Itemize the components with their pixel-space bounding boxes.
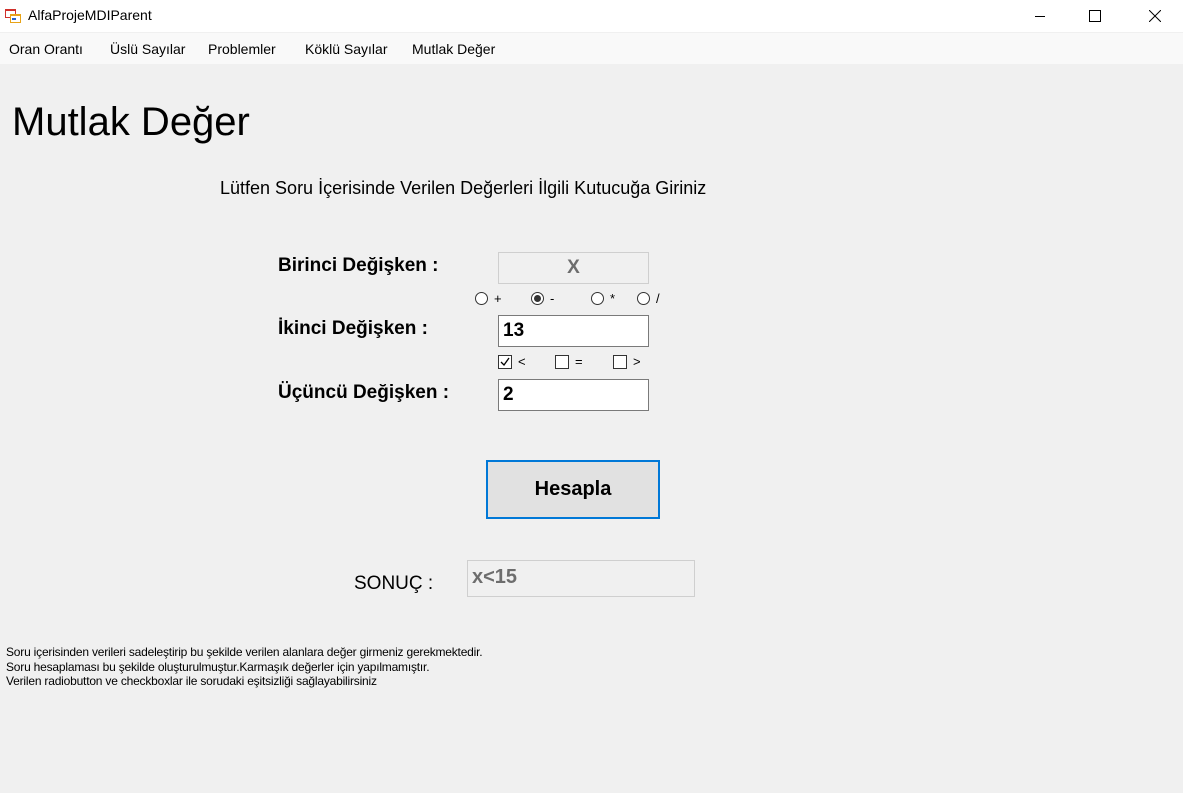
app-icon: [5, 9, 21, 23]
radio-divide[interactable]: /: [637, 291, 660, 306]
radio-multiply-label: *: [610, 291, 616, 306]
maximize-button[interactable]: [1072, 0, 1118, 32]
radio-minus-label: -: [550, 291, 555, 306]
radio-plus-circle[interactable]: [475, 292, 488, 305]
menu-item-problemler[interactable]: Problemler: [208, 41, 276, 57]
instruction-text: Lütfen Soru İçerisinde Verilen Değerleri…: [220, 178, 707, 198]
radio-multiply[interactable]: *: [591, 291, 615, 306]
check-icon: [500, 357, 510, 366]
third-variable-label: Üçüncü Değişken :: [278, 382, 450, 403]
menu-bar: Oran Orantı Üslü Sayılar Problemler Kökl…: [0, 33, 1183, 64]
checkbox-equal[interactable]: =: [555, 354, 583, 369]
second-variable-label: İkinci Değişken :: [278, 318, 428, 339]
checkbox-less-than-label: <: [518, 354, 526, 369]
second-variable-field[interactable]: 13: [498, 315, 649, 347]
checkbox-greater-than[interactable]: >: [613, 354, 641, 369]
menu-item-koklu-sayilar[interactable]: Köklü Sayılar: [305, 41, 387, 57]
help-notes: Soru içerisinden verileri sadeleştirip b…: [6, 645, 483, 689]
radio-plus-label: +: [494, 291, 502, 306]
radio-minus-circle[interactable]: [531, 292, 544, 305]
result-field: x<15: [467, 560, 695, 597]
first-variable-field[interactable]: X: [498, 252, 649, 284]
checkbox-equal-label: =: [575, 354, 583, 369]
calculate-button[interactable]: Hesapla: [486, 460, 660, 519]
checkbox-greater-than-label: >: [633, 354, 641, 369]
menu-item-uslu-sayilar[interactable]: Üslü Sayılar: [110, 41, 185, 57]
minimize-icon: [1035, 16, 1045, 17]
menu-item-mutlak-deger[interactable]: Mutlak Değer: [412, 41, 495, 57]
first-variable-label: Birinci Değişken :: [278, 255, 439, 276]
radio-plus[interactable]: +: [475, 291, 502, 306]
help-note-line: Soru hesaplaması bu şekilde oluşturulmuş…: [6, 659, 430, 674]
radio-divide-circle[interactable]: [637, 292, 650, 305]
menu-item-oran-oranti[interactable]: Oran Orantı: [9, 41, 83, 57]
checkbox-greater-than-box[interactable]: [613, 354, 627, 369]
help-note-line: Verilen radiobutton ve checkboxlar ile s…: [6, 674, 377, 688]
radio-divide-label: /: [656, 291, 660, 306]
third-variable-field[interactable]: 2: [498, 379, 649, 411]
close-button[interactable]: [1132, 0, 1178, 32]
minimize-button[interactable]: [1017, 0, 1063, 32]
close-icon: [1149, 10, 1161, 22]
checkbox-less-than-box[interactable]: [498, 354, 512, 369]
checkbox-less-than[interactable]: <: [498, 354, 526, 369]
maximize-icon: [1089, 10, 1101, 22]
title-bar: AlfaProjeMDIParent: [0, 0, 1183, 32]
window-title: AlfaProjeMDIParent: [28, 7, 152, 23]
checkbox-equal-box[interactable]: [555, 354, 569, 369]
result-label: SONUÇ :: [354, 573, 434, 594]
page-title: Mutlak Değer: [12, 100, 250, 144]
radio-multiply-circle[interactable]: [591, 292, 604, 305]
radio-minus[interactable]: -: [531, 291, 554, 306]
help-note-line: Soru içerisinden verileri sadeleştirip b…: [6, 645, 483, 659]
